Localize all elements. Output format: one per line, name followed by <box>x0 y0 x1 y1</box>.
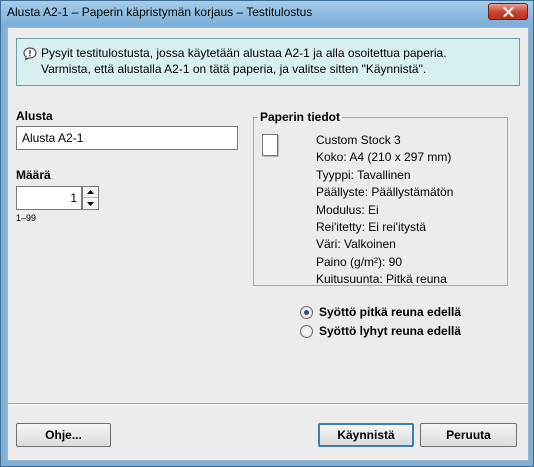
speech-bubble-info-icon <box>23 47 37 61</box>
feed-short-edge-label: Syöttö lyhyt reuna edellä <box>319 324 462 338</box>
arrow-down-icon <box>87 201 94 206</box>
quantity-field[interactable]: 1 <box>16 186 82 210</box>
info-line-2: Varmista, että alustalla A2-1 on tätä pa… <box>41 62 427 76</box>
decrement-button[interactable] <box>83 198 98 209</box>
cancel-button[interactable]: Peruuta <box>420 423 517 447</box>
dialog-window: Alusta A2-1 – Paperin käpristymän korjau… <box>0 0 534 467</box>
feed-long-edge-radio[interactable]: Syöttö pitkä reuna edellä <box>300 305 461 319</box>
paper-details-list: Custom Stock 3 Koko: A4 (210 x 297 mm) T… <box>316 132 453 289</box>
paper-type: Tyyppi: Tavallinen <box>316 167 411 182</box>
paper-coating: Päällyste: Päällystämätön <box>316 185 454 200</box>
quantity-range: 1–99 <box>16 213 37 223</box>
increment-button[interactable] <box>83 187 98 198</box>
tray-field[interactable]: Alusta A2-1 <box>16 126 238 150</box>
info-message: Pysyit testitulostusta, jossa käytetään … <box>41 45 515 77</box>
paper-modulus: Modulus: Ei <box>316 202 379 217</box>
paper-grain: Kuitusuunta: Pitkä reuna <box>316 272 447 287</box>
paper-size: Koko: A4 (210 x 297 mm) <box>316 150 452 165</box>
info-message-box: Pysyit testitulostusta, jossa käytetään … <box>16 38 520 86</box>
arrow-up-icon <box>87 190 94 194</box>
close-button[interactable] <box>488 3 528 20</box>
separator <box>8 403 528 405</box>
help-button[interactable]: Ohje... <box>16 423 111 447</box>
quantity-stepper[interactable] <box>82 186 99 210</box>
feed-long-edge-label: Syöttö pitkä reuna edellä <box>319 305 462 319</box>
dialog-body: Pysyit testitulostusta, jossa käytetään … <box>7 27 529 461</box>
radio-unselected-indicator <box>300 324 313 338</box>
title-bar[interactable]: Alusta A2-1 – Paperin käpristymän korjau… <box>1 1 533 23</box>
window-title: Alusta A2-1 – Paperin käpristymän korjau… <box>7 5 313 19</box>
paper-punched: Rei'itetty: Ei rei'itystä <box>316 220 426 235</box>
feed-short-edge-radio[interactable]: Syöttö lyhyt reuna edellä <box>300 324 461 338</box>
quantity-label: Määrä <box>16 168 51 182</box>
radio-selected-indicator <box>300 305 313 319</box>
paper-weight: Paino (g/m²): 90 <box>316 254 403 269</box>
info-line-1: Pysyit testitulostusta, jossa käytetään … <box>41 46 447 60</box>
paper-color: Väri: Valkoinen <box>316 237 396 252</box>
paper-name: Custom Stock 3 <box>316 133 401 147</box>
paper-sheet-icon <box>262 134 278 156</box>
paper-details-group: Paperin tiedot Custom Stock 3 Koko: A4 (… <box>253 110 508 286</box>
tray-label: Alusta <box>16 109 53 123</box>
close-icon <box>503 6 513 17</box>
start-button[interactable]: Käynnistä <box>318 423 414 447</box>
radio-dot <box>304 309 309 315</box>
paper-details-legend: Paperin tiedot <box>260 110 341 124</box>
